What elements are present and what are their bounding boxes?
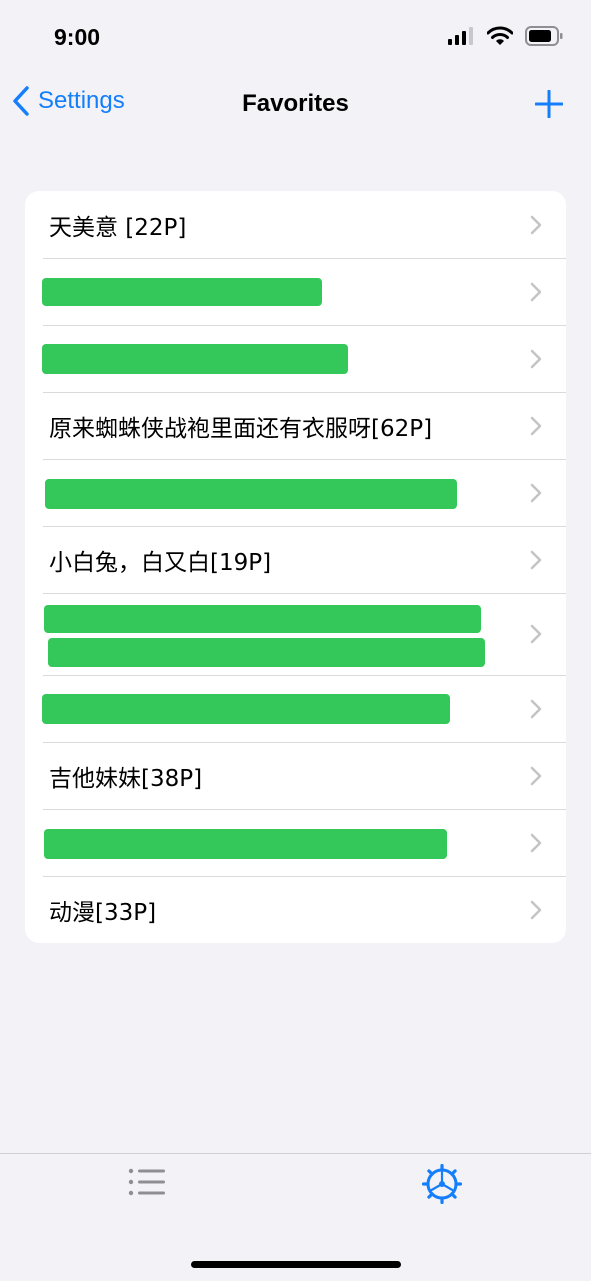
chevron-right-icon — [530, 900, 542, 919]
list-item-label: 吉他妹妹[38P] — [49, 765, 203, 792]
chevron-right-icon — [530, 416, 542, 435]
chevron-right-icon — [530, 833, 542, 852]
status-time: 9:00 — [54, 24, 101, 50]
chevron-right-icon — [530, 699, 542, 718]
list-item[interactable]: 原来蜘蛛侠战袍里面还有衣服呀[62P] — [25, 392, 566, 459]
status-bar: 9:00 — [0, 0, 591, 70]
redaction-bar — [45, 479, 457, 509]
battery-icon — [525, 26, 563, 46]
chevron-right-icon — [530, 215, 542, 234]
chevron-right-icon — [530, 349, 542, 368]
redaction-bar — [42, 694, 450, 724]
list-item[interactable] — [25, 325, 566, 392]
page-title: Favorites — [242, 90, 349, 117]
redaction-bar — [48, 638, 485, 667]
list-item[interactable]: 小白兔，白又白[19P] — [25, 526, 566, 593]
chevron-right-icon — [530, 282, 542, 301]
list-item[interactable] — [25, 675, 566, 742]
list-icon — [128, 1168, 165, 1196]
list-item-label: 动漫[33P] — [49, 899, 157, 926]
redaction-bar — [44, 605, 481, 633]
chevron-right-icon — [530, 550, 542, 569]
cellular-signal-icon — [448, 27, 473, 45]
tab-settings[interactable] — [421, 1163, 463, 1208]
redaction-bar — [42, 278, 322, 306]
home-indicator — [191, 1261, 401, 1268]
favorites-list: 天美意 [22P] 原来蜘蛛侠战袍里面还有衣服呀[62P] 小白兔，白又白[19… — [25, 191, 566, 943]
redaction-bar — [42, 344, 348, 374]
list-item[interactable]: 动漫[33P] — [25, 876, 566, 943]
add-button[interactable] — [534, 89, 564, 122]
plus-icon — [534, 89, 564, 119]
list-item-label: 原来蜘蛛侠战袍里面还有衣服呀[62P] — [49, 415, 433, 442]
chevron-right-icon — [530, 624, 542, 644]
list-item[interactable]: 天美意 [22P] — [25, 191, 566, 258]
list-item[interactable]: 吉他妹妹[38P] — [25, 742, 566, 809]
list-item[interactable] — [25, 258, 566, 325]
list-item-label: 天美意 [22P] — [49, 214, 187, 241]
redaction-bar — [44, 829, 447, 859]
navigation-bar: Settings Favorites — [0, 80, 591, 132]
status-icons — [447, 26, 563, 46]
list-item[interactable] — [25, 459, 566, 526]
wifi-icon — [487, 26, 513, 45]
tab-list[interactable] — [128, 1166, 166, 1202]
list-item-label: 小白兔，白又白[19P] — [49, 549, 272, 576]
chevron-right-icon — [530, 483, 542, 502]
list-item[interactable] — [25, 809, 566, 876]
list-item[interactable] — [25, 593, 566, 675]
gear-icon — [421, 1163, 463, 1205]
chevron-right-icon — [530, 766, 542, 785]
